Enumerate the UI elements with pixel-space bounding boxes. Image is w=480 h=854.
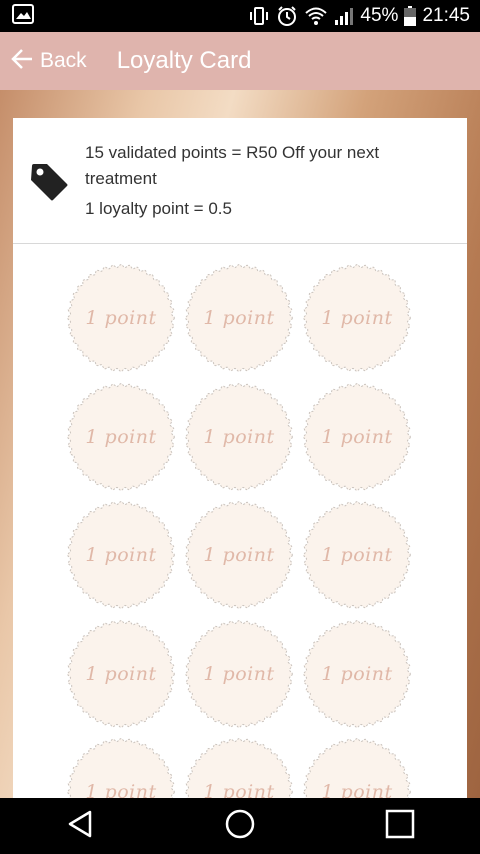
- stamp-label: 1 point: [203, 662, 275, 685]
- nav-home-button[interactable]: [210, 798, 270, 854]
- stamp-label: 1 point: [85, 662, 157, 685]
- home-circle-icon: [224, 808, 256, 845]
- back-triangle-icon: [66, 809, 94, 844]
- loyalty-stamp[interactable]: 1 point: [184, 500, 294, 610]
- stamp-label: 1 point: [85, 425, 157, 448]
- stamp-label: 1 point: [321, 425, 393, 448]
- loyalty-stamp[interactable]: 1 point: [302, 500, 412, 610]
- back-button[interactable]: Back: [10, 48, 87, 75]
- stamp-label: 1 point: [85, 307, 157, 329]
- nav-recents-button[interactable]: [370, 798, 430, 854]
- stamp-label: 1 point: [321, 544, 393, 566]
- recents-square-icon: [385, 809, 415, 844]
- stamp-label: 1 point: [203, 544, 275, 566]
- battery-icon: [404, 6, 417, 26]
- stamp-label: 1 point: [321, 662, 393, 685]
- back-label: Back: [40, 49, 87, 72]
- signal-icon: [334, 6, 354, 26]
- clock: 21:45: [422, 5, 470, 26]
- stamp-label: 1 point: [203, 425, 275, 448]
- loyalty-stamp[interactable]: 1 point: [66, 263, 176, 373]
- battery-text: 45%: [360, 5, 399, 26]
- tag-icon: [29, 162, 69, 207]
- navigation-bar: [0, 798, 480, 854]
- loyalty-stamp[interactable]: 1 point: [302, 619, 412, 729]
- status-bar: 45% 21:45: [0, 0, 480, 32]
- loyalty-stamp[interactable]: 1 point: [184, 382, 294, 492]
- loyalty-stamp[interactable]: 1 point: [184, 263, 294, 373]
- stamp-label: 1 point: [85, 544, 157, 566]
- loyalty-stamp[interactable]: 1 point: [184, 619, 294, 729]
- nav-back-button[interactable]: [50, 798, 110, 854]
- loyalty-card: 15 validated points = R50 Off your next …: [13, 118, 467, 808]
- gallery-icon: [12, 3, 34, 29]
- stamp-label: 1 point: [203, 307, 275, 329]
- loyalty-stamp[interactable]: 1 point: [302, 382, 412, 492]
- arrow-left-icon: [10, 48, 34, 75]
- app-bar: Back Loyalty Card: [0, 32, 480, 90]
- point-value: 1 loyalty point = 0.5: [85, 199, 232, 218]
- wifi-icon: [304, 6, 328, 26]
- loyalty-stamp[interactable]: 1 point: [66, 500, 176, 610]
- reward-rule: 15 validated points = R50 Off your next …: [85, 143, 380, 188]
- loyalty-stamp[interactable]: 1 point: [66, 619, 176, 729]
- loyalty-stamp[interactable]: 1 point: [302, 263, 412, 373]
- page-title: Loyalty Card: [116, 47, 252, 74]
- stamp-label: 1 point: [321, 307, 393, 329]
- vibrate-icon: [248, 6, 270, 26]
- reward-info: 15 validated points = R50 Off your next …: [13, 118, 467, 244]
- loyalty-stamp[interactable]: 1 point: [66, 382, 176, 492]
- alarm-icon: [276, 5, 298, 27]
